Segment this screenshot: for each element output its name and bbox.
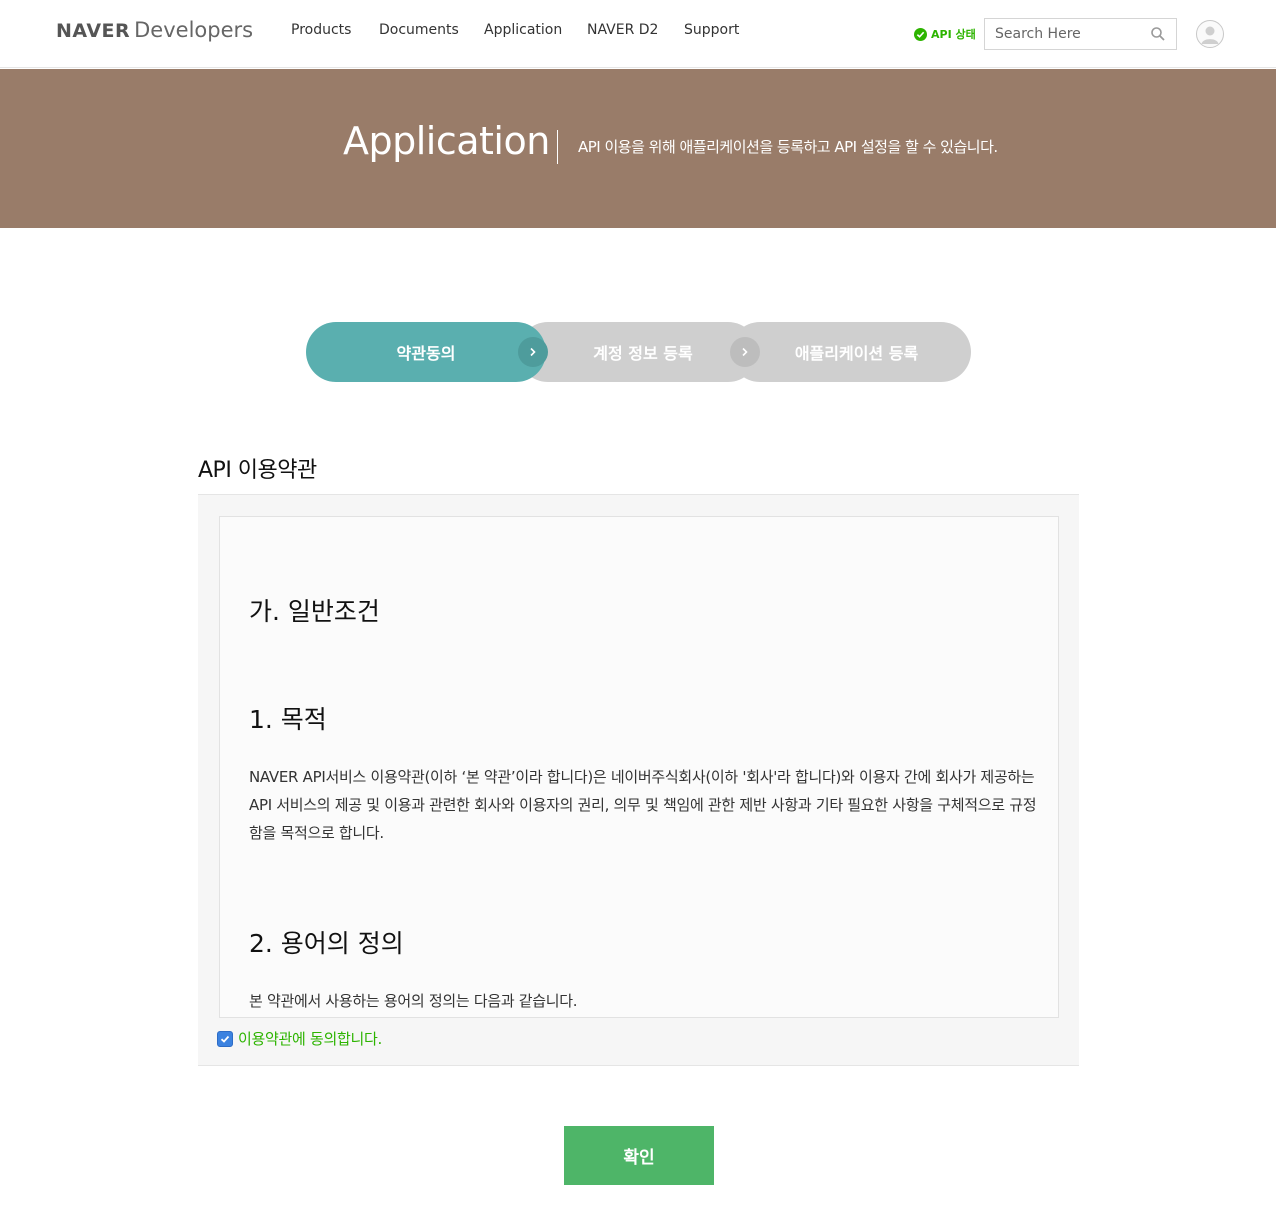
api-status-label: API 상태 [931, 28, 976, 41]
confirm-button[interactable]: 확인 [564, 1126, 714, 1185]
search-input[interactable] [985, 19, 1145, 49]
main-nav: Products Documents Application NAVER D2 … [291, 22, 770, 38]
nav-naver-d2[interactable]: NAVER D2 [587, 22, 658, 38]
step-terms-agreement: 약관동의 [306, 322, 546, 382]
terms-section-heading: 가. 일반조건 [249, 597, 380, 626]
page-description: API 이용을 위해 애플리케이션을 등록하고 API 설정을 할 수 있습니다… [578, 138, 998, 156]
step-register-account: 계정 정보 등록 [518, 322, 758, 382]
api-status-link[interactable]: API 상태 [914, 26, 976, 42]
nav-support[interactable]: Support [684, 22, 739, 38]
search-box [984, 18, 1177, 50]
terms-scroll-area[interactable]: 가. 일반조건 1. 목적 NAVER API서비스 이용약관(이하 ‘본 약관… [219, 516, 1059, 1018]
terms-clause-heading: 1. 목적 [249, 705, 327, 734]
terms-clause-text: NAVER API서비스 이용약관(이하 ‘본 약관’이라 합니다)은 네이버주… [249, 768, 1037, 842]
search-icon[interactable] [1150, 26, 1166, 42]
logo-developers-text: Developers [134, 18, 254, 42]
chevron-right-icon [730, 337, 760, 367]
page-title: Application [343, 119, 550, 163]
terms-container: 가. 일반조건 1. 목적 NAVER API서비스 이용약관(이하 ‘본 약관… [198, 494, 1079, 1066]
terms-clause-heading: 2. 용어의 정의 [249, 929, 404, 958]
naver-developers-logo[interactable]: NAVER Developers [56, 18, 253, 48]
checkbox-checked-icon[interactable] [217, 1030, 233, 1047]
banner-divider [557, 130, 558, 164]
nav-products[interactable]: Products [291, 22, 351, 38]
step-label: 애플리케이션 등록 [794, 344, 919, 363]
check-circle-icon [914, 27, 927, 41]
step-label: 계정 정보 등록 [593, 344, 693, 363]
user-avatar[interactable] [1196, 20, 1224, 48]
user-icon [1201, 26, 1219, 44]
step-register-application: 애플리케이션 등록 [730, 322, 971, 382]
logo-naver-text: NAVER [56, 20, 131, 42]
agree-terms-label[interactable]: 이용약관에 동의합니다. [238, 1028, 382, 1049]
registration-steps: 애플리케이션 등록 계정 정보 등록 약관동의 [306, 322, 971, 382]
terms-clause-text: 본 약관에서 사용하는 용어의 정의는 다음과 같습니다. [249, 992, 578, 1010]
chevron-right-icon [518, 337, 548, 367]
step-label: 약관동의 [396, 344, 456, 363]
agree-terms-checkbox[interactable]: 이용약관에 동의합니다. [217, 1028, 382, 1049]
nav-documents[interactable]: Documents [379, 22, 459, 38]
nav-application[interactable]: Application [484, 22, 562, 38]
page-banner: Application API 이용을 위해 애플리케이션을 등록하고 API … [0, 69, 1276, 228]
top-navigation-bar: NAVER Developers Products Documents Appl… [0, 0, 1276, 68]
terms-title: API 이용약관 [198, 458, 317, 483]
